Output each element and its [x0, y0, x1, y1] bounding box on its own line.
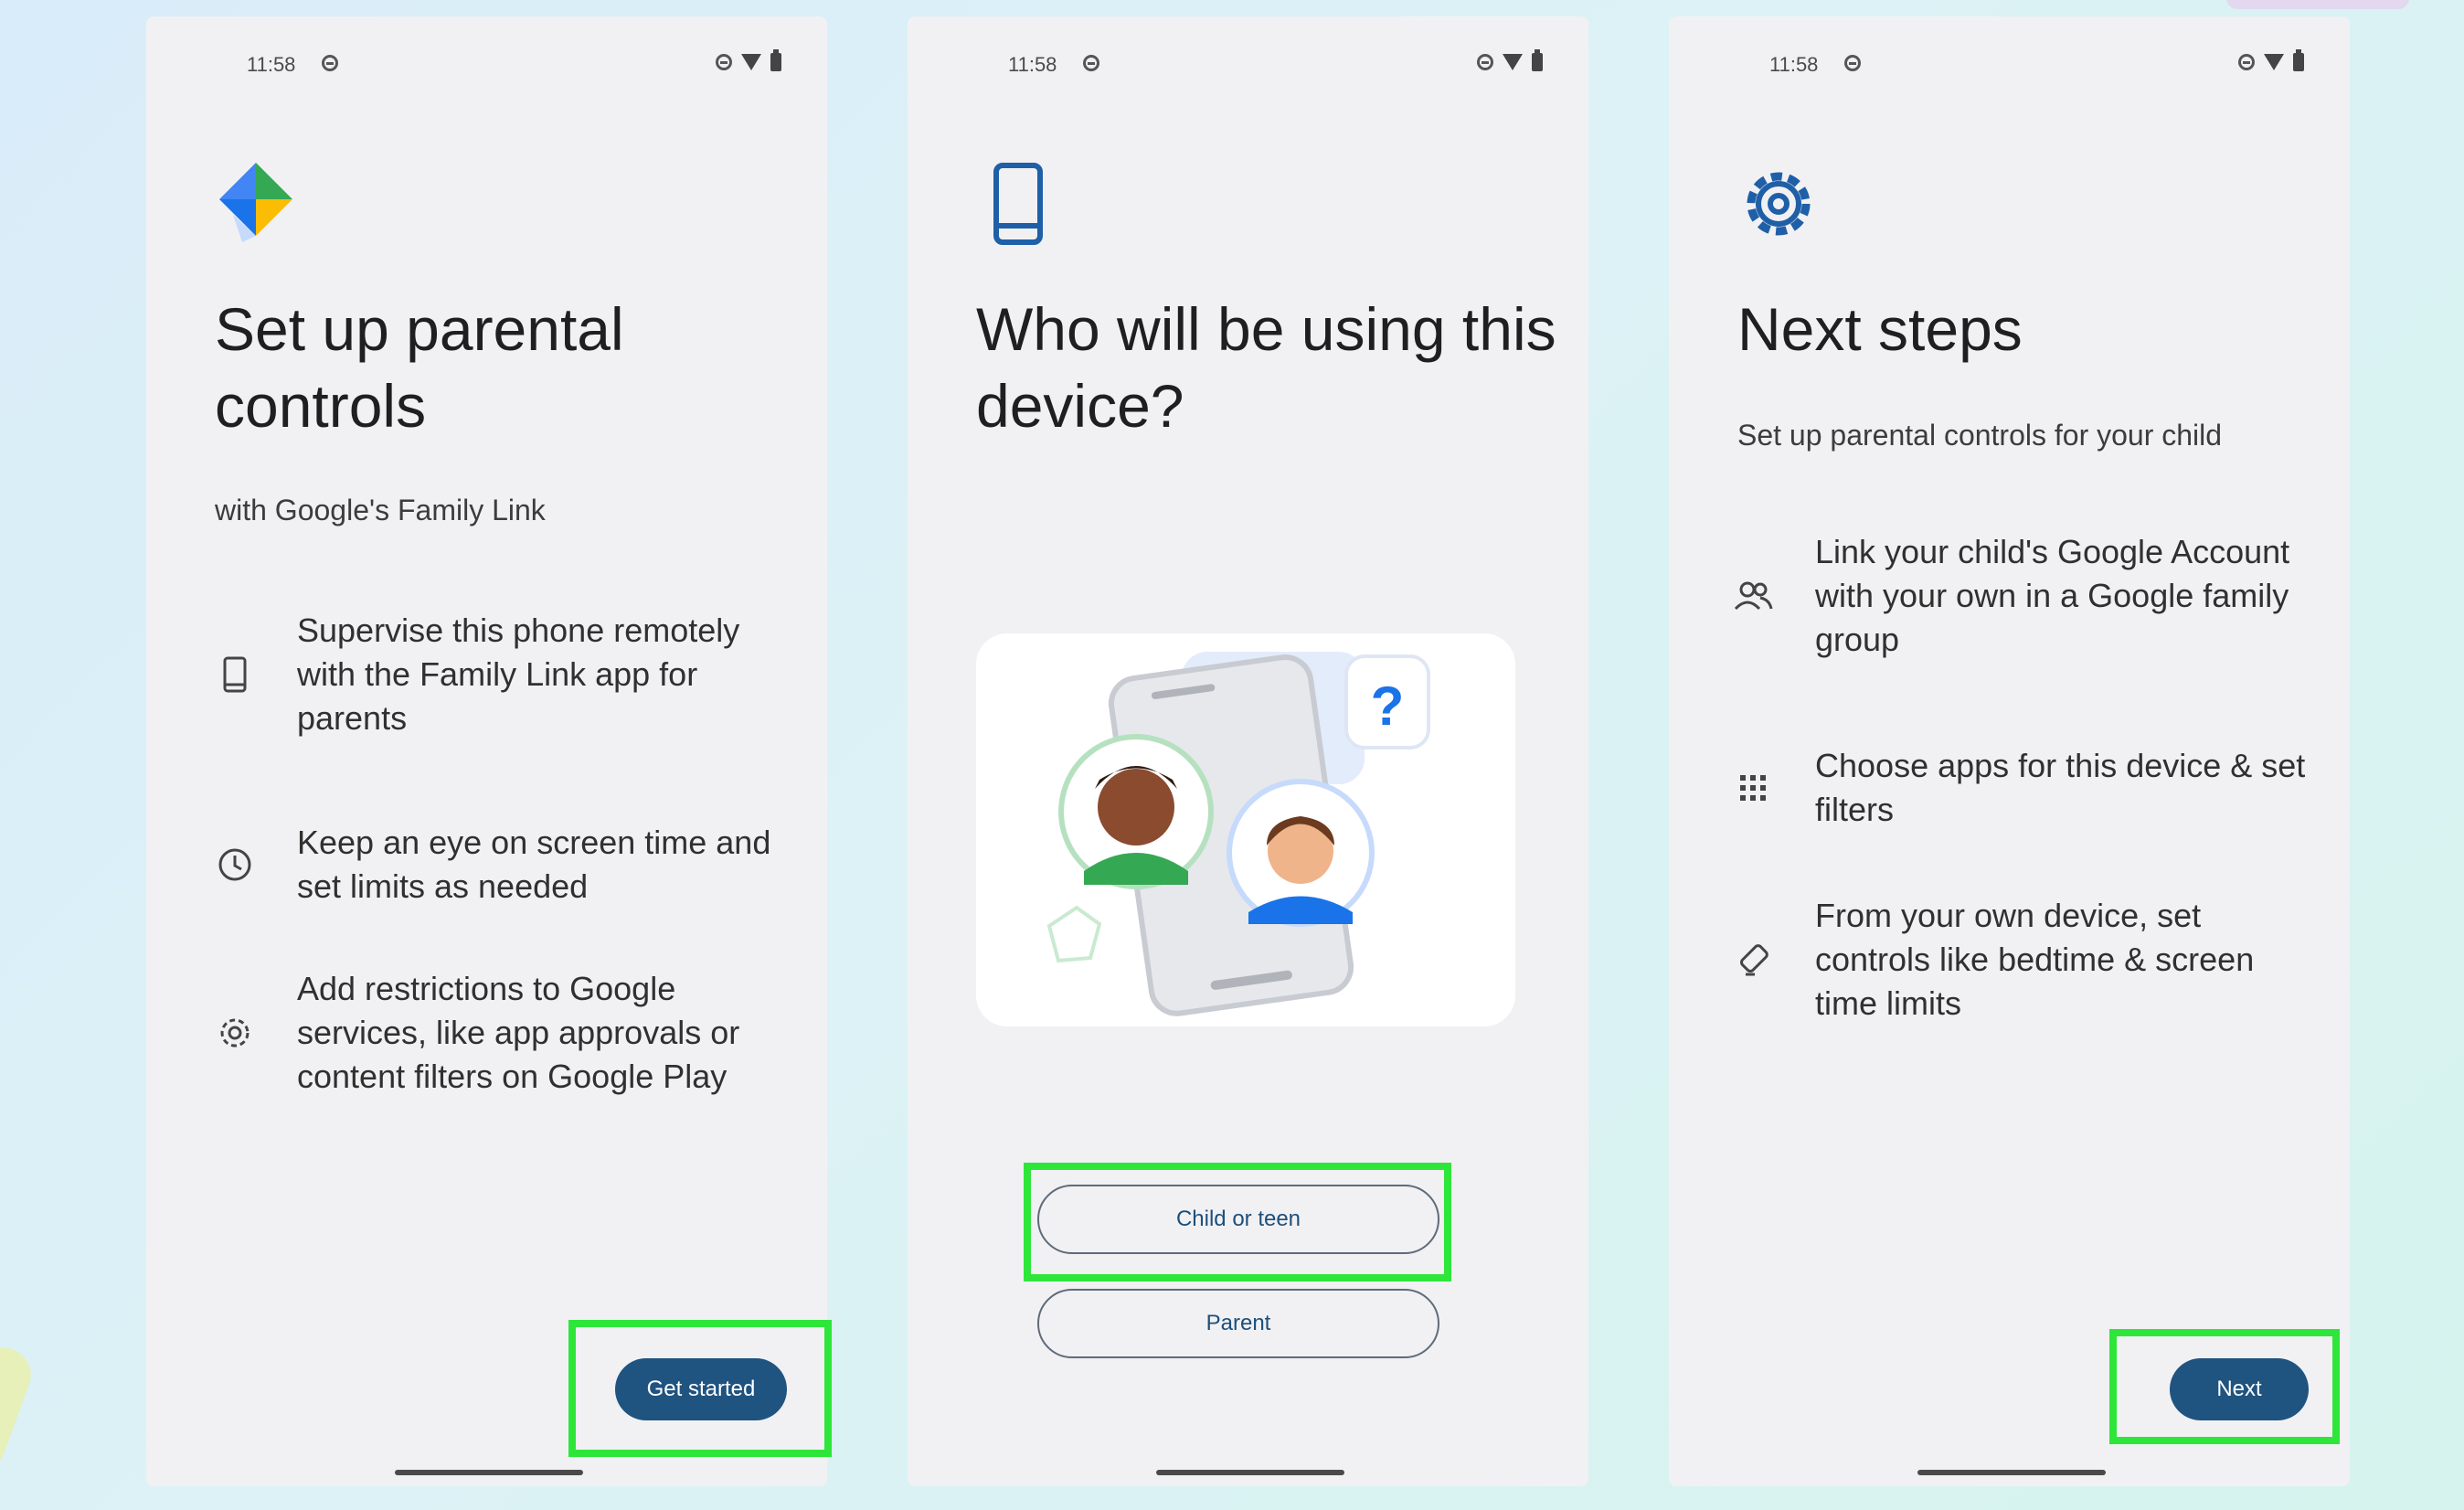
feature-text: Supervise this phone remotely with the F… [297, 611, 740, 737]
feature-text: Add restrictions to Google services, lik… [297, 970, 740, 1095]
family-link-logo-icon [215, 158, 297, 250]
parent-button[interactable]: Parent [1037, 1289, 1439, 1358]
home-indicator [1156, 1470, 1344, 1475]
page-subtitle: Set up parental controls for your child [1737, 419, 2223, 452]
battery-icon [1532, 49, 1543, 71]
status-bar: 11:58 [1769, 49, 2304, 80]
setup-screen-next-steps: 11:58 Next steps Set up parental control… [1669, 16, 2350, 1486]
status-bar: 11:58 [247, 49, 781, 80]
status-icons [2238, 49, 2304, 71]
wifi-icon [2264, 54, 2284, 70]
status-icons [1477, 49, 1543, 71]
do-not-disturb-icon [716, 54, 732, 70]
next-button[interactable]: Next [2170, 1358, 2309, 1420]
people-icon [1733, 576, 1773, 616]
page-title: Set up parental controls [215, 295, 624, 440]
wifi-icon [1503, 54, 1523, 70]
setup-screen-parental-controls: 11:58 Set up parental controls with Goog… [146, 16, 827, 1486]
feature-item: Add restrictions to Google services, lik… [215, 967, 800, 1099]
gear-icon [215, 1013, 255, 1053]
family-illustration: ? [976, 633, 1515, 1026]
feature-item: Link your child's Google Account with yo… [1733, 530, 2318, 662]
background-decoration [2226, 0, 2409, 9]
background-decoration [0, 1339, 39, 1480]
page-subtitle: with Google's Family Link [215, 494, 546, 526]
clock-icon [215, 845, 255, 885]
status-time: 11:58 [247, 53, 296, 76]
feature-text: Choose apps for this device & set filter… [1815, 747, 2306, 828]
data-saver-icon [1083, 55, 1099, 71]
home-indicator [395, 1470, 583, 1475]
question-mark: ? [1371, 675, 1405, 737]
device-icon [976, 158, 1058, 250]
status-bar: 11:58 [1008, 49, 1543, 80]
home-indicator [1917, 1470, 2106, 1475]
feature-item: Choose apps for this device & set filter… [1733, 744, 2318, 832]
do-not-disturb-icon [2238, 54, 2255, 70]
apps-grid-icon [1733, 768, 1773, 808]
setup-screen-who-uses-device: 11:58 Who will be using this device? ? C… [908, 16, 1588, 1486]
phone-icon [215, 654, 255, 695]
feature-text: Link your child's Google Account with yo… [1815, 533, 2290, 658]
data-saver-icon [322, 55, 338, 71]
battery-icon [2293, 49, 2304, 71]
feature-text: Keep an eye on screen time and set limit… [297, 824, 771, 905]
feature-item: Supervise this phone remotely with the F… [215, 609, 800, 740]
feature-text: From your own device, set controls like … [1815, 897, 2255, 1022]
feature-item: Keep an eye on screen time and set limit… [215, 821, 800, 909]
feature-item: From your own device, set controls like … [1733, 894, 2318, 1026]
page-title: Next steps [1737, 295, 2023, 363]
data-saver-icon [1844, 55, 1861, 71]
status-time: 11:58 [1769, 53, 1819, 76]
status-time: 11:58 [1008, 53, 1057, 76]
child-or-teen-button[interactable]: Child or teen [1037, 1185, 1439, 1254]
status-icons [716, 49, 781, 71]
wifi-icon [741, 54, 761, 70]
battery-icon [770, 49, 781, 71]
page-title: Who will be using this device? [976, 295, 1556, 440]
do-not-disturb-icon [1477, 54, 1493, 70]
settings-gear-icon [1737, 158, 1820, 250]
hourglass-icon [1733, 940, 1773, 980]
get-started-button[interactable]: Get started [615, 1358, 787, 1420]
